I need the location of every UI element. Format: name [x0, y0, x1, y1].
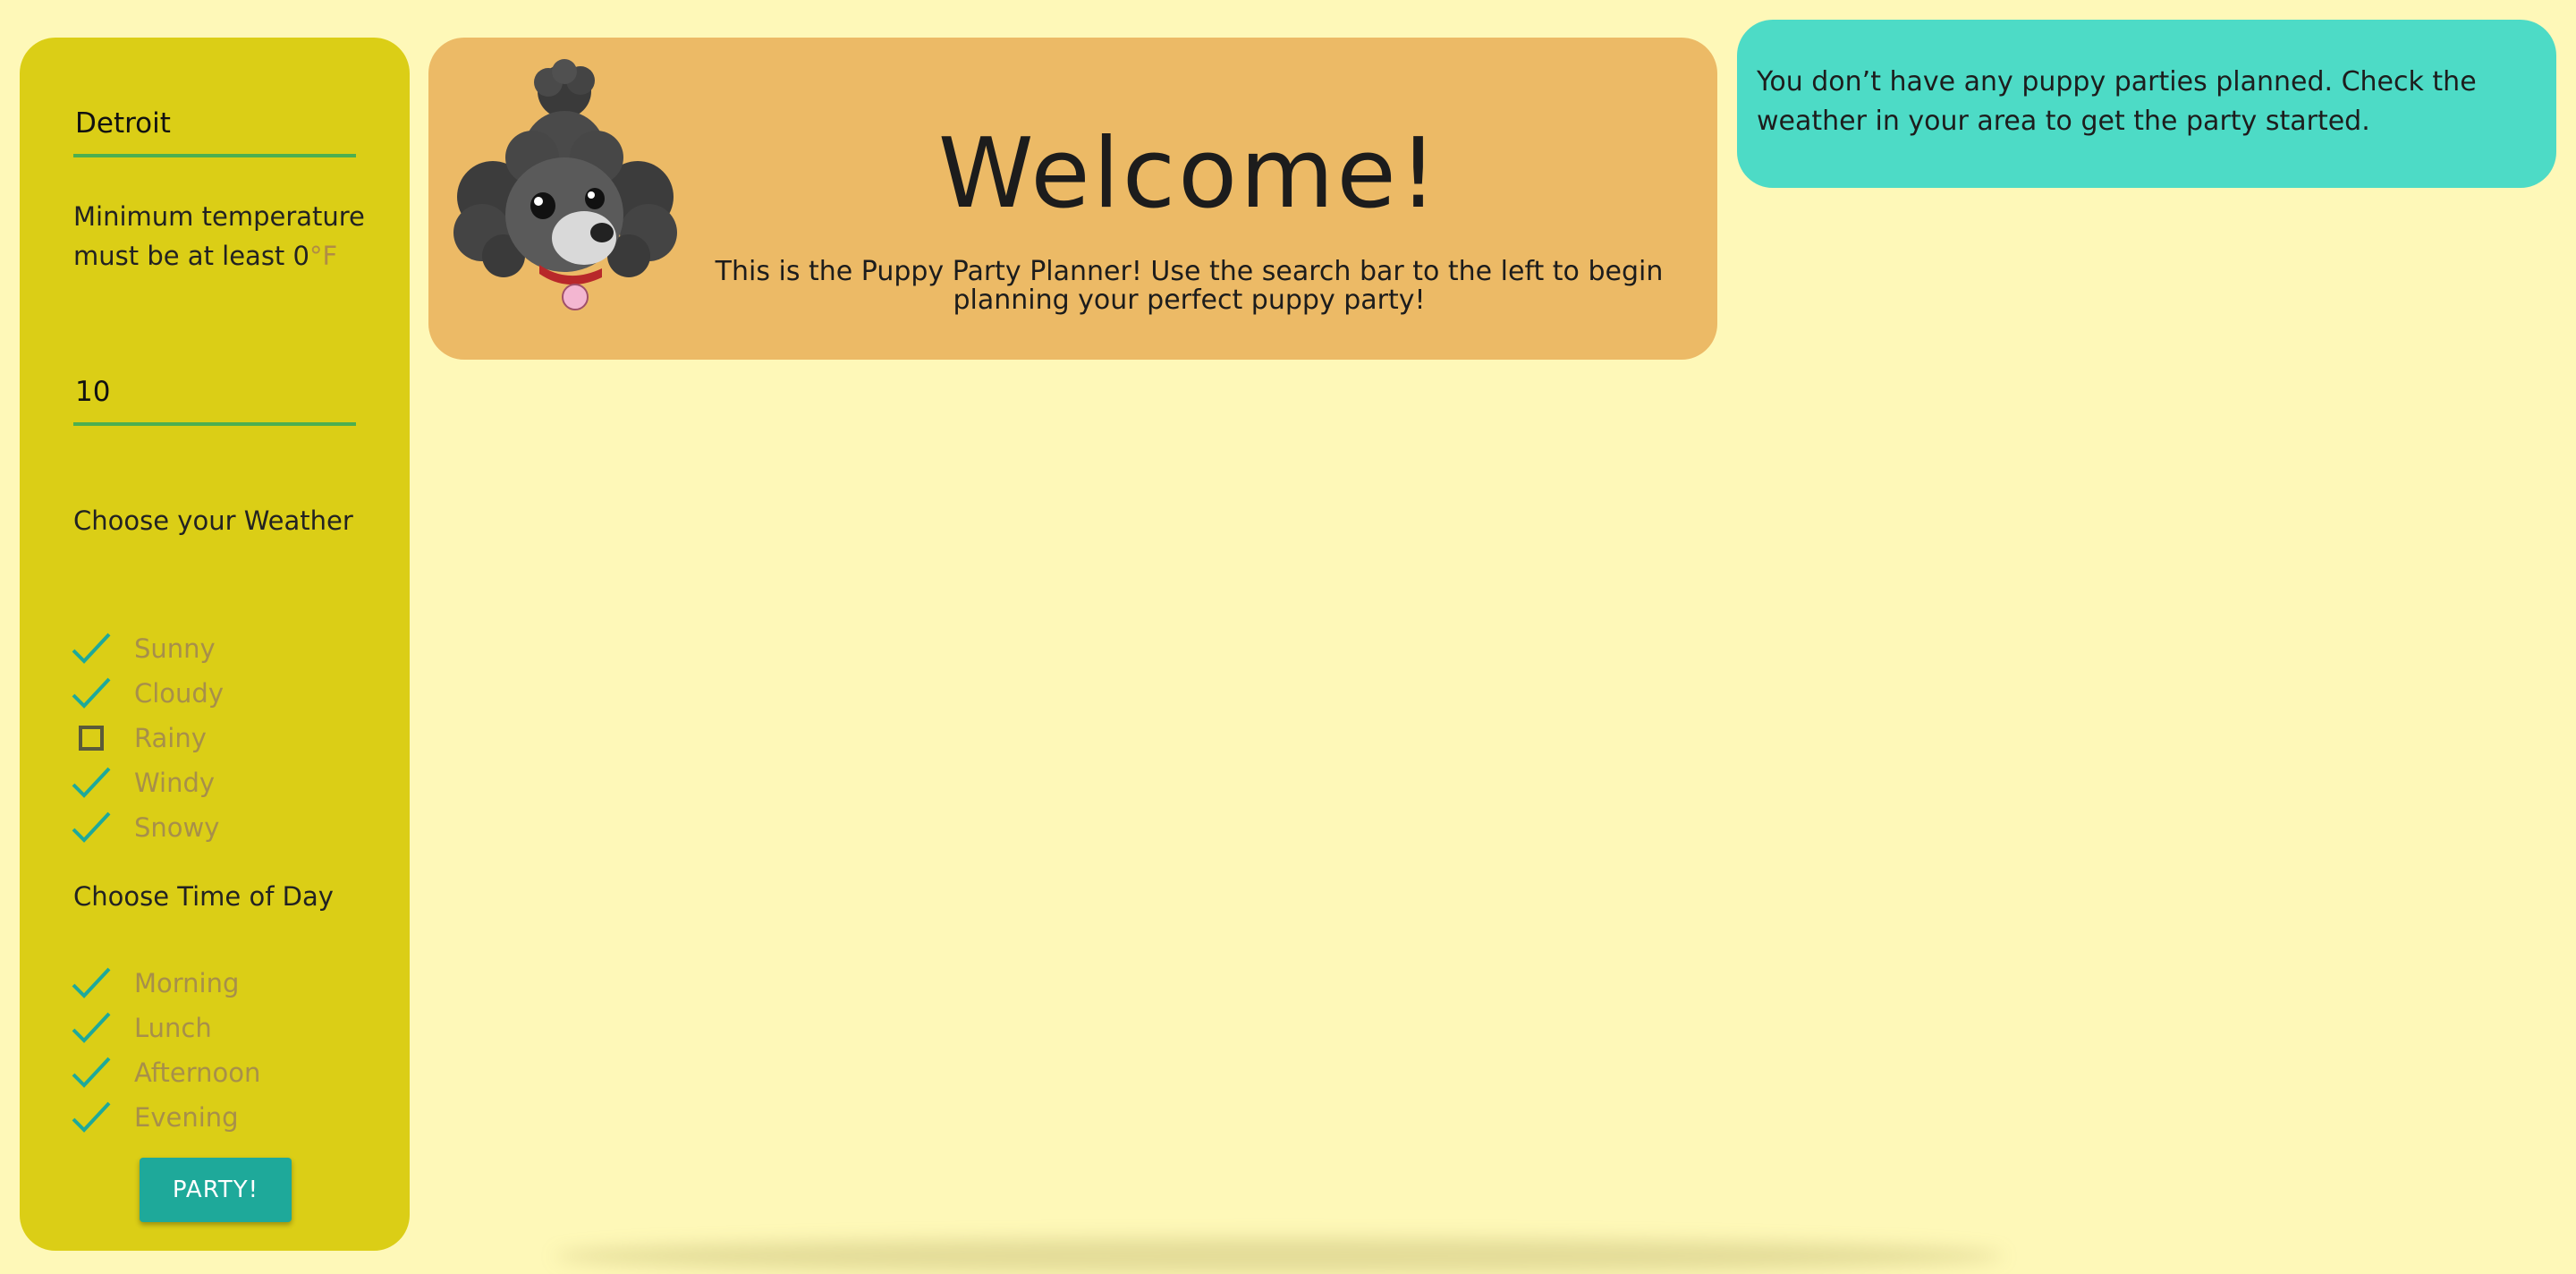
weather-option-windy[interactable]: Windy: [72, 760, 376, 805]
temperature-hint: Minimum temperature must be at least 0°F: [73, 197, 369, 276]
weather-options: Sunny Cloudy Rainy Windy Snowy: [72, 626, 376, 850]
welcome-description: This is the Puppy Party Planner! Use the…: [715, 256, 1664, 316]
temperature-unit: °F: [309, 241, 338, 271]
weather-option-label: Sunny: [134, 633, 216, 664]
time-option-evening[interactable]: Evening: [72, 1095, 376, 1140]
welcome-card: Welcome! This is the Puppy Party Planner…: [428, 38, 1717, 360]
time-option-label: Lunch: [134, 1013, 212, 1043]
city-input-value: Detroit: [75, 107, 171, 140]
welcome-title: Welcome!: [937, 118, 1441, 230]
weather-option-label: Rainy: [134, 723, 207, 753]
no-parties-notice: You don’t have any puppy parties planned…: [1737, 20, 2556, 188]
weather-section-title: Choose your Weather: [73, 505, 353, 536]
weather-option-snowy[interactable]: Snowy: [72, 805, 376, 850]
checkmark-icon[interactable]: [72, 763, 111, 803]
time-option-label: Evening: [134, 1102, 239, 1133]
checkmark-icon[interactable]: [72, 674, 111, 713]
weather-option-label: Windy: [134, 768, 216, 798]
time-option-label: Morning: [134, 968, 240, 998]
weather-option-label: Cloudy: [134, 678, 224, 709]
weather-option-label: Snowy: [134, 812, 220, 843]
time-option-lunch[interactable]: Lunch: [72, 1006, 376, 1050]
checkmark-icon[interactable]: [72, 1008, 111, 1048]
weather-option-cloudy[interactable]: Cloudy: [72, 671, 376, 716]
empty-checkbox-icon[interactable]: [72, 718, 111, 758]
time-section-title: Choose Time of Day: [73, 881, 334, 912]
search-sidebar: Detroit Minimum temperature must be at l…: [20, 38, 410, 1251]
time-option-afternoon[interactable]: Afternoon: [72, 1050, 376, 1095]
time-option-label: Afternoon: [134, 1057, 261, 1088]
time-options: Morning Lunch Afternoon Evening: [72, 961, 376, 1140]
checkmark-icon[interactable]: [72, 1098, 111, 1137]
bottom-shadow: [555, 1238, 2004, 1274]
min-temperature-input[interactable]: 10: [73, 361, 356, 426]
weather-option-sunny[interactable]: Sunny: [72, 626, 376, 671]
weather-option-rainy[interactable]: Rainy: [72, 716, 376, 760]
checkmark-icon[interactable]: [72, 964, 111, 1003]
poodle-illustration-icon: [453, 59, 677, 310]
notice-text: You don’t have any puppy parties planned…: [1757, 66, 2477, 137]
party-button[interactable]: PARTY!: [140, 1158, 292, 1222]
time-option-morning[interactable]: Morning: [72, 961, 376, 1006]
checkmark-icon[interactable]: [72, 808, 111, 847]
checkmark-icon[interactable]: [72, 1053, 111, 1092]
checkmark-icon[interactable]: [72, 629, 111, 668]
min-temperature-value: 10: [75, 376, 111, 408]
city-input[interactable]: Detroit: [73, 93, 356, 157]
